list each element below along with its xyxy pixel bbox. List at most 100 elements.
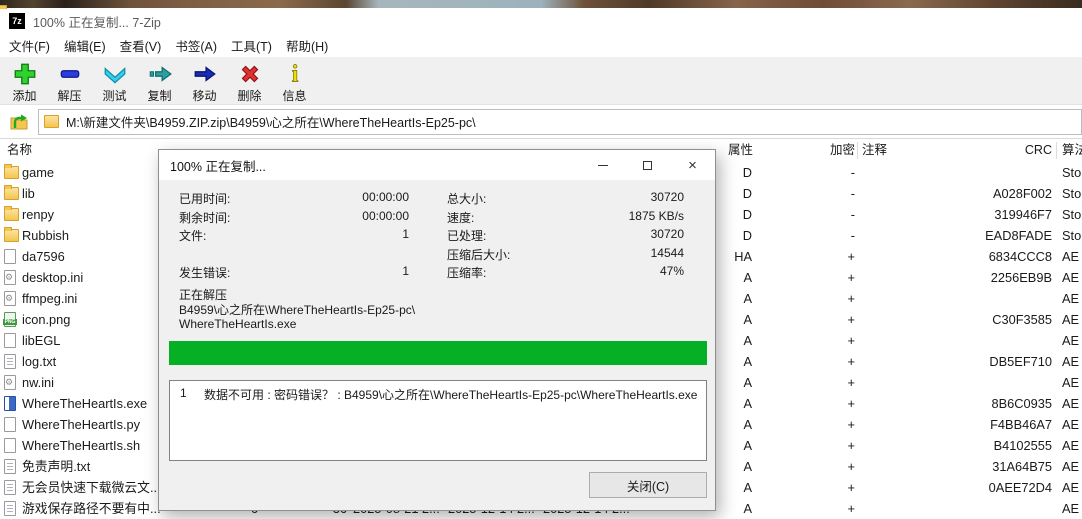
column-header-comment[interactable]: 注释 [862, 139, 887, 162]
folder-icon [4, 206, 19, 221]
cell-crc: 8B6C0935 [991, 396, 1052, 411]
txt-icon [4, 459, 16, 474]
extract-button[interactable]: 解压 [47, 60, 92, 104]
cell-encrypted: + [847, 501, 855, 516]
current-path-line1: B4959\心之所在\WhereTheHeartIs-Ep25-pc\ [179, 303, 416, 317]
close-button[interactable]: 关闭(C) [589, 472, 707, 498]
cell-method: AE [1062, 312, 1080, 327]
cell-attr: A [743, 480, 752, 495]
file-name: da7596 [22, 249, 65, 264]
cell-attr: D [742, 186, 752, 201]
toolbar-label: 删除 [237, 89, 262, 103]
cell-method: AE [1062, 480, 1080, 495]
file-name: renpy [22, 207, 55, 222]
add-button[interactable]: 添加 [2, 60, 47, 104]
cell-method: Sto [1062, 207, 1082, 222]
copy-button[interactable]: 复制 [137, 60, 182, 104]
cell-encrypted: + [847, 249, 855, 264]
menu-bookmarks[interactable]: 书签(A) [168, 33, 224, 58]
cell-encrypted: + [847, 270, 855, 285]
folder-icon [4, 227, 19, 242]
cell-encrypted: - [850, 207, 855, 222]
stat-row-left: 已用时间: 00:00:00 [179, 190, 409, 209]
cell-attr: D [742, 228, 752, 243]
cell-attr: A [743, 417, 752, 432]
file-name: nw.ini [22, 375, 55, 390]
stat-value: 00:00:00 [362, 208, 409, 223]
file-icon [4, 333, 16, 348]
cell-crc: 6834CCC8 [988, 249, 1052, 264]
column-header-encrypted[interactable]: 加密 [800, 139, 855, 162]
cell-method: Sto [1062, 228, 1082, 243]
cell-attr: A [743, 354, 752, 369]
stat-row-right: 压缩后大小: 14544 [447, 246, 684, 265]
menu-file[interactable]: 文件(F) [2, 33, 57, 58]
menu-help[interactable]: 帮助(H) [279, 33, 335, 58]
file-name: game [22, 165, 55, 180]
error-listbox[interactable]: 1 数据不可用 : 密码错误？ : B4959\心之所在\WhereTheHea… [169, 380, 707, 461]
cell-encrypted: + [847, 312, 855, 327]
stat-label: 剩余时间: [179, 210, 231, 225]
toolbar-label: 添加 [12, 89, 37, 103]
file-icon [4, 417, 16, 432]
menu-edit[interactable]: 编辑(E) [57, 33, 113, 58]
window-titlebar: 7z 100% 正在复制... 7-Zip [0, 8, 1082, 34]
dialog-status-text: 正在解压 [179, 288, 228, 302]
txt-icon [4, 354, 16, 369]
maximize-icon [643, 160, 652, 170]
add-plus-icon [14, 63, 35, 85]
delete-button[interactable]: 删除 [227, 60, 272, 104]
cell-crc: DB5EF710 [989, 354, 1052, 369]
column-separator[interactable] [857, 142, 858, 159]
toolbar-label: 测试 [102, 89, 127, 103]
cell-crc: C30F3585 [992, 312, 1052, 327]
cell-attr: A [743, 459, 752, 474]
column-header-method[interactable]: 算法 [1062, 139, 1082, 162]
move-arrow-icon [194, 66, 216, 82]
cell-attr: A [743, 501, 752, 516]
folder-icon [4, 185, 19, 200]
menu-view[interactable]: 查看(V) [113, 33, 169, 58]
cell-method: AE [1062, 249, 1080, 264]
up-directory-button[interactable] [6, 109, 32, 135]
address-input[interactable]: M:\新建文件夹\B4959.ZIP.zip\B4959\心之所在\WhereT… [38, 108, 1082, 135]
cell-encrypted: + [847, 438, 855, 453]
png-icon [3, 312, 17, 327]
cell-attr: A [743, 438, 752, 453]
close-button-x[interactable]: × [670, 150, 715, 180]
maximize-button[interactable] [625, 150, 670, 180]
info-button[interactable]: i 信息 [272, 60, 317, 104]
stat-value: 30720 [650, 227, 684, 242]
folder-up-icon [10, 114, 28, 129]
column-header-crc[interactable]: CRC [958, 139, 1052, 162]
move-button[interactable]: 移动 [182, 60, 227, 104]
column-separator[interactable] [1056, 142, 1057, 159]
current-path-line2: WhereTheHeartIs.exe [179, 316, 297, 331]
test-button[interactable]: 测试 [92, 60, 137, 104]
ini-icon [4, 375, 16, 390]
file-name: Rubbish [22, 228, 69, 243]
column-header-attr[interactable]: 属性 [728, 139, 753, 162]
svg-text:i: i [291, 62, 298, 87]
minimize-button[interactable] [580, 150, 625, 180]
file-name: WhereTheHeartIs.sh [22, 438, 141, 453]
column-header-name[interactable]: 名称 [7, 139, 32, 162]
progress-dialog: 100% 正在复制... × 已用时间: 00:00:00 剩余时间: 00:00:0… [158, 149, 716, 511]
error-message: 数据不可用 : 密码错误？ : B4959\心之所在\WhereTheHeart… [204, 388, 698, 402]
file-name: lib [22, 186, 35, 201]
cell-attr: HA [734, 249, 752, 264]
cell-crc: 0AEE72D4 [988, 480, 1052, 495]
txt-icon [4, 501, 16, 516]
cell-crc: B4102555 [993, 438, 1052, 453]
file-name: 游戏保存路径不要有中... [22, 501, 161, 516]
ini-icon [4, 270, 16, 285]
folder-icon [44, 115, 59, 128]
stat-row-left: 文件: 1 [179, 227, 409, 246]
menu-tools[interactable]: 工具(T) [224, 33, 279, 58]
cell-method: Sto [1062, 186, 1082, 201]
dialog-stats-left: 已用时间: 00:00:00 剩余时间: 00:00:00 文件: 1 发生错误: 1 [179, 190, 409, 283]
cell-encrypted: + [847, 459, 855, 474]
cell-method: AE [1062, 354, 1080, 369]
cell-attr: D [742, 165, 752, 180]
stat-label: 文件: [179, 229, 207, 244]
